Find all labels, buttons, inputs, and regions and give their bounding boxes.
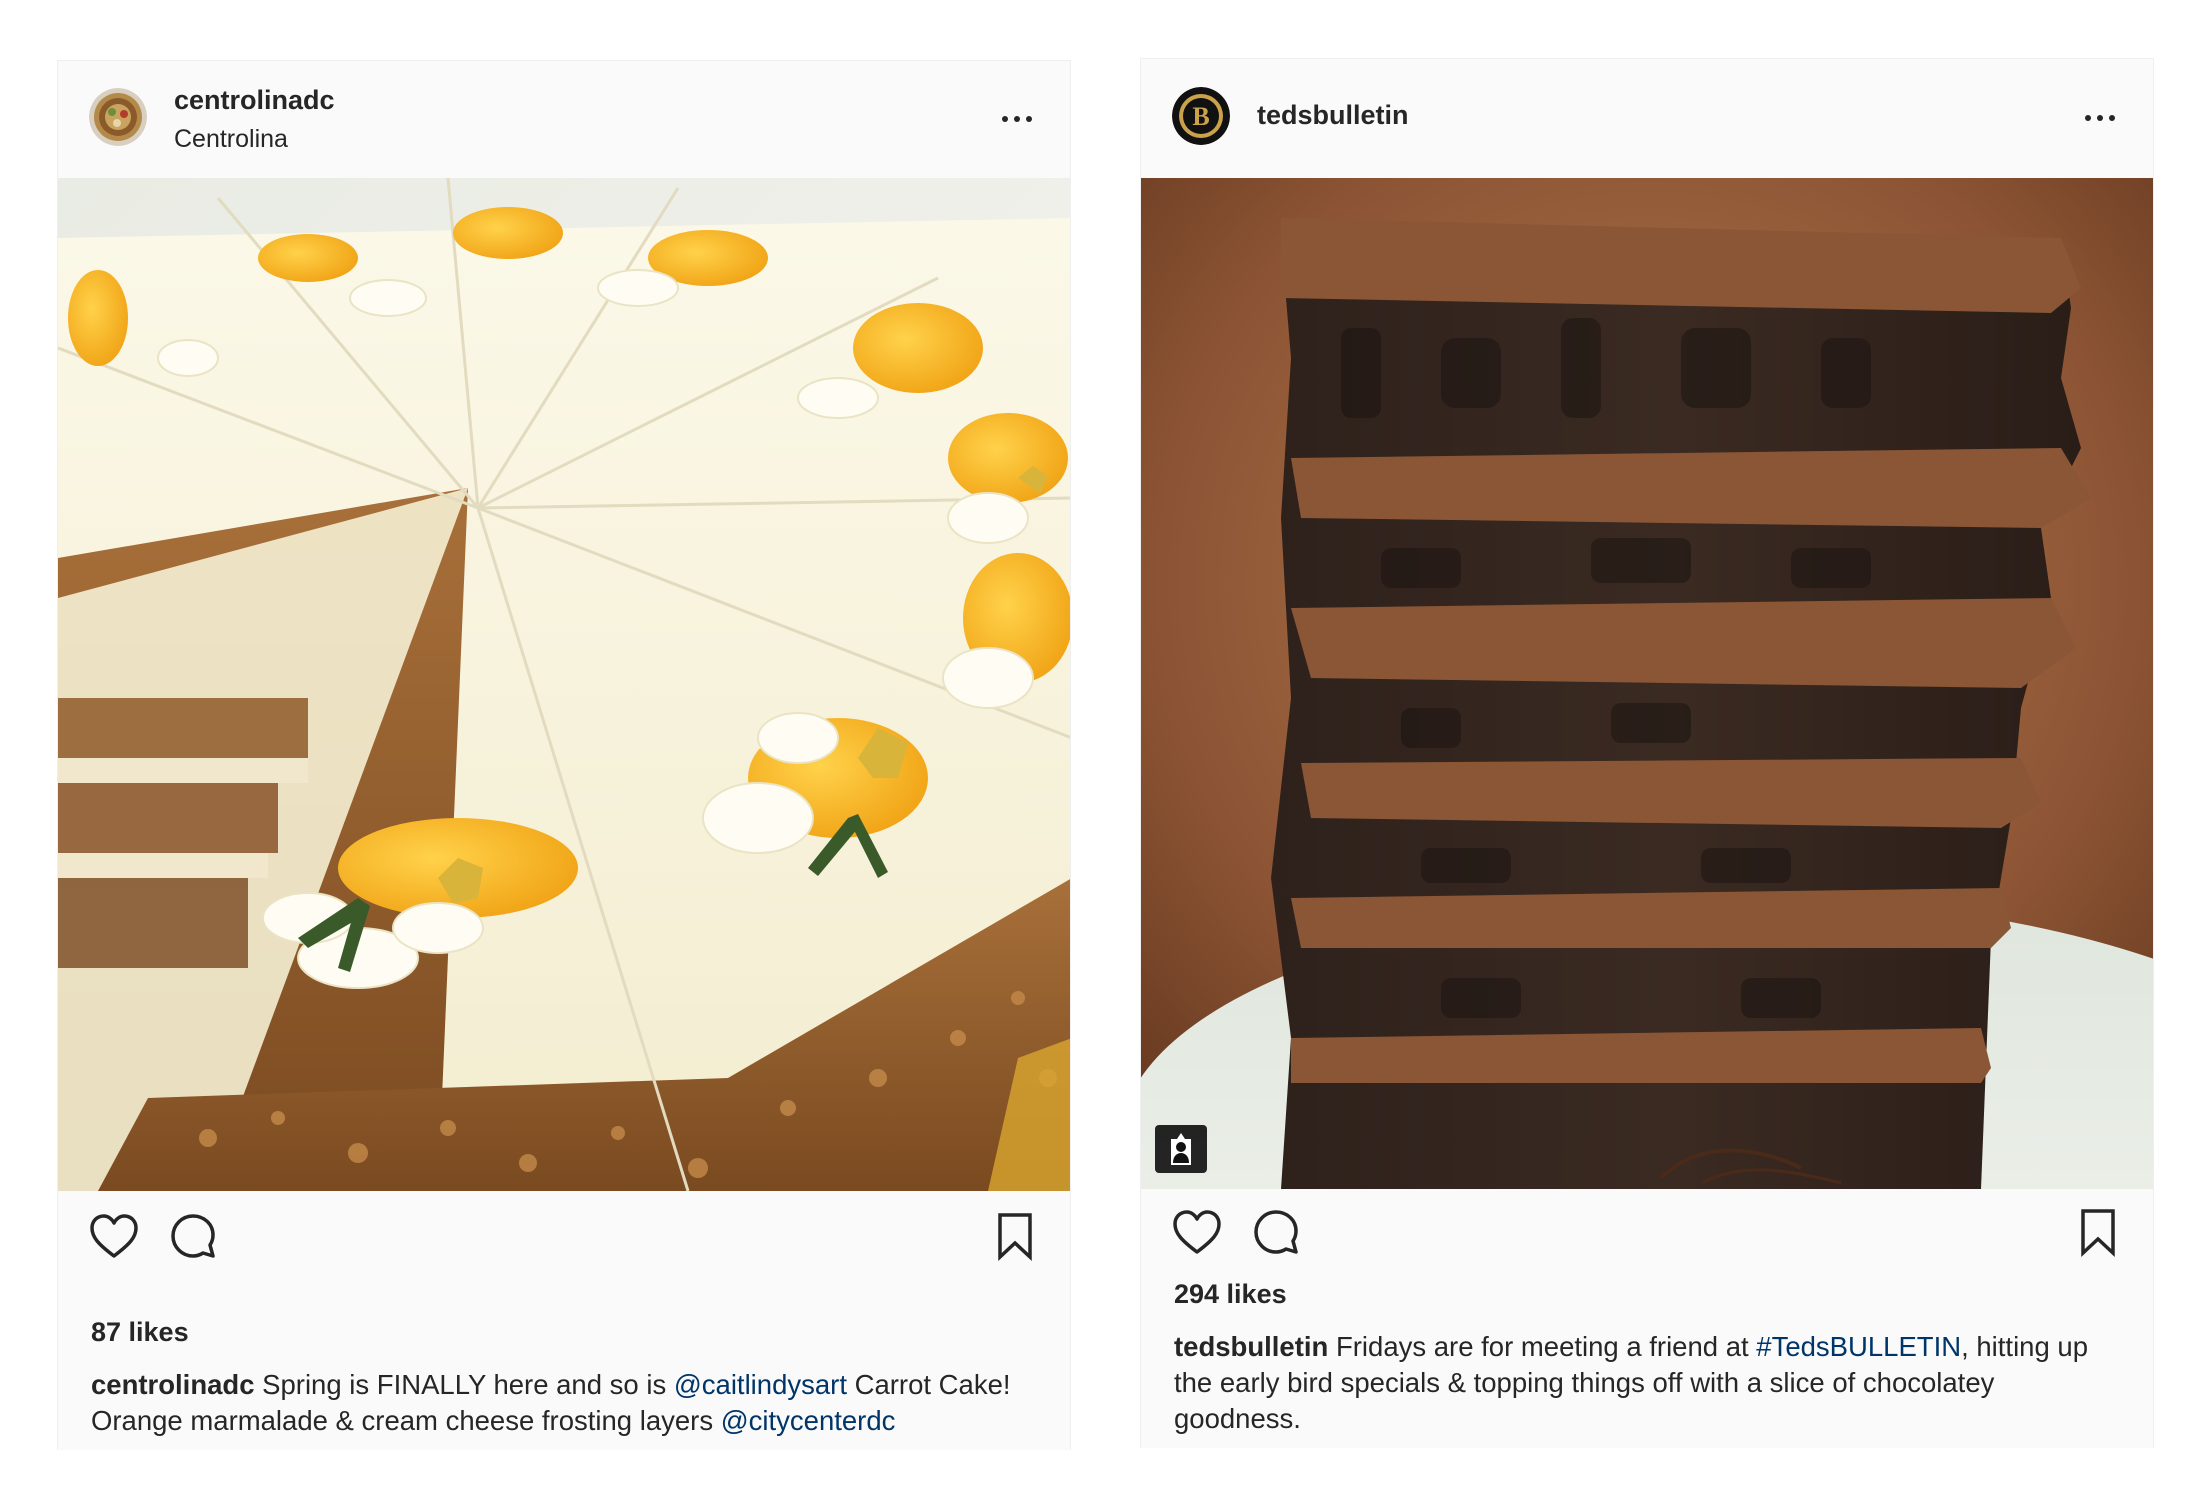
- caption-text: Fridays are for meeting a friend at: [1328, 1331, 1757, 1362]
- comment-icon[interactable]: [1251, 1207, 1303, 1259]
- bookmark-icon[interactable]: [994, 1211, 1036, 1263]
- caption-text: Spring is FINALLY here and so is: [254, 1369, 674, 1400]
- username[interactable]: centrolinadc: [174, 85, 335, 116]
- post-card-tedsbulletin: B tedsbulletin 294 likes tedsbulletin Fr…: [1140, 58, 2154, 1448]
- mention-link[interactable]: @caitlindysart: [674, 1369, 847, 1400]
- caption-username[interactable]: tedsbulletin: [1174, 1331, 1328, 1362]
- avatar[interactable]: [89, 88, 147, 146]
- heart-icon[interactable]: [1171, 1207, 1223, 1259]
- location-tag[interactable]: Centrolina: [174, 125, 288, 154]
- avatar[interactable]: B: [1172, 87, 1230, 145]
- likes-count[interactable]: 87 likes: [91, 1317, 189, 1348]
- post-caption: centrolinadc Spring is FINALLY here and …: [91, 1367, 1041, 1439]
- mention-link[interactable]: @citycenterdc: [721, 1405, 896, 1436]
- post-header: centrolinadc Centrolina: [58, 61, 1070, 179]
- post-header: B tedsbulletin: [1141, 59, 2153, 177]
- hashtag-link[interactable]: #TedsBULLETIN: [1756, 1331, 1961, 1362]
- post-photo-chocolate-cake[interactable]: [1141, 178, 2153, 1189]
- post-actions: [58, 1211, 1070, 1281]
- post-photo-carrot-cake[interactable]: [58, 178, 1070, 1191]
- bookmark-icon[interactable]: [2077, 1207, 2119, 1259]
- post-caption: tedsbulletin Fridays are for meeting a f…: [1174, 1329, 2124, 1437]
- comment-icon[interactable]: [168, 1211, 220, 1263]
- more-options-icon[interactable]: [2083, 113, 2117, 123]
- more-options-icon[interactable]: [1000, 114, 1034, 124]
- post-card-centrolinadc: centrolinadc Centrolina 87 likes centrol…: [57, 60, 1071, 1450]
- username[interactable]: tedsbulletin: [1257, 100, 1409, 131]
- post-actions: [1141, 1207, 2153, 1277]
- likes-count[interactable]: 294 likes: [1174, 1279, 1287, 1310]
- svg-text:B: B: [1192, 102, 1209, 131]
- heart-icon[interactable]: [88, 1211, 140, 1263]
- caption-username[interactable]: centrolinadc: [91, 1369, 255, 1400]
- user-tag-icon[interactable]: [1155, 1125, 1207, 1173]
